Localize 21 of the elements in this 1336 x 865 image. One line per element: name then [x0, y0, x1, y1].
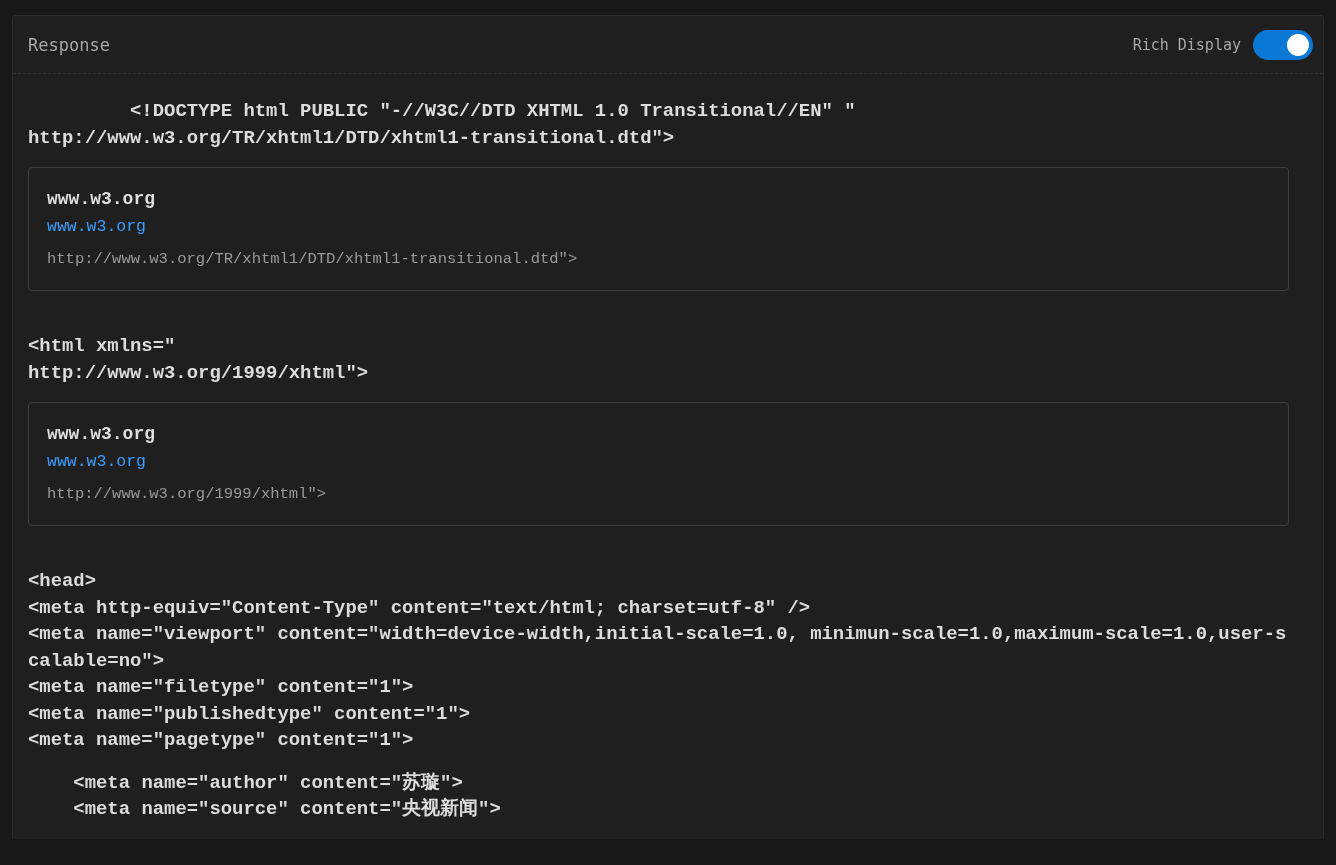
code-line: http://www.w3.org/1999/xhtml"> — [28, 360, 370, 386]
code-line: http://www.w3.org/TR/xhtml1/DTD/xhtml1-transitional.dtd"> — [28, 125, 676, 151]
code-line: <meta http-equiv="Content-Type" content="text/html; charset=utf-8" /> — [28, 595, 812, 621]
code-line: <meta name="pagetype" content="1"> — [28, 728, 415, 753]
code-line: <meta name="publishedtype" content="1"> — [28, 701, 472, 727]
card-title: www.w3.org — [47, 188, 156, 211]
card-url: http://www.w3.org/TR/xhtml1/DTD/xhtml1-transitional.dtd"> — [47, 249, 578, 270]
code-line: <!DOCTYPE html PUBLIC "-//W3C//DTD XHTML 1.0 Transitional//EN" " — [129, 99, 857, 124]
card-title: www.w3.org — [47, 423, 156, 446]
code-line: <meta name="source" content="央视新闻"> — [72, 796, 502, 822]
card-link[interactable]: www.w3.org — [47, 447, 147, 477]
code-line: <head> — [28, 569, 98, 594]
code-line: <meta name="author" content="苏璇"> — [72, 770, 464, 796]
card-url: http://www.w3.org/1999/xhtml"> — [47, 484, 327, 505]
rich-display-toggle[interactable] — [1253, 29, 1313, 60]
card-link[interactable]: www.w3.org — [47, 212, 147, 242]
code-line: <html xmlns=" — [28, 334, 177, 359]
code-line: <meta name="viewport" content="width=device-width,initial-scale=1.0, minimun-scale=1.0,maximum-scale=1.0,user-scalable=no"> — [28, 622, 1288, 674]
code-line: <meta name="filetype" content="1"> — [28, 675, 415, 700]
panel-title: Response — [28, 34, 110, 55]
toggle-label: Rich Display — [1132, 35, 1241, 54]
